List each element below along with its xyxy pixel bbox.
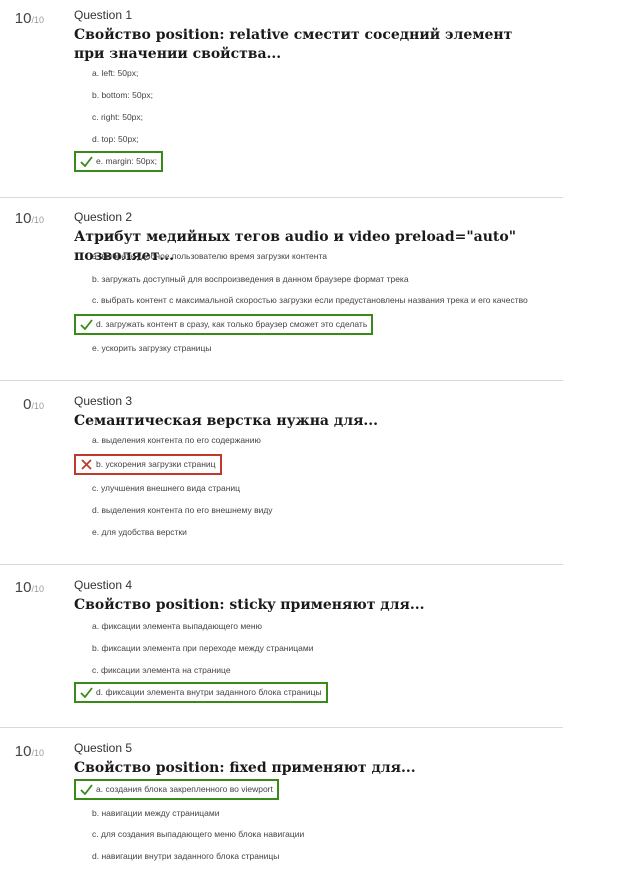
answer-option-correct: e. margin: 50px; [74,151,163,172]
question-number: Question 5 [74,741,133,755]
checkmark-icon [80,784,93,795]
answer-option: a. фиксации элемента выпадающего меню [92,621,262,631]
answer-text: b. ускорения загрузки страниц [96,459,216,469]
score-value: 10 [14,10,32,27]
question-number: Question 3 [74,394,133,408]
answer-text: d. загружать контент в сразу, как только… [96,319,368,329]
answer-option-correct: d. фиксации элемента внутри заданного бл… [74,682,328,703]
answer-option: c. right: 50px; [92,112,144,122]
score-outof: /10 [31,748,44,758]
answer-option: a. выделения контента по его содержанию [92,435,261,445]
answer-option-correct: d. загружать контент в сразу, как только… [74,314,374,335]
cross-icon [80,459,93,470]
checkmark-icon [80,687,93,698]
question-score: 0/10 [0,396,44,413]
score-value: 10 [14,743,32,760]
question-title: Семантическая верстка нужна для... [74,413,379,429]
score-value: 10 [14,210,32,227]
question-title: Свойство position: fixed применяют для..… [74,760,416,776]
answer-option: c. выбрать контент с максимальной скорос… [92,295,528,305]
question-score: 10/10 [0,579,44,596]
question-number: Question 4 [74,578,133,592]
answer-option: d. навигации внутри заданного блока стра… [92,851,280,861]
checkmark-icon [80,156,93,167]
divider [0,727,563,728]
question-score: 10/10 [0,10,44,27]
question-score: 10/10 [0,210,44,227]
score-outof: /10 [31,15,44,25]
answer-option: a. выбрать удобное пользователю время за… [92,251,327,261]
question-title: Свойство position: relative сместит сосе… [74,27,513,62]
answer-option: a. left: 50px; [92,68,139,78]
score-outof: /10 [31,584,44,594]
answer-option: e. ускорить загрузку страницы [92,343,212,353]
answer-option: d. top: 50px; [92,134,139,144]
answer-option: d. выделения контента по его внешнему ви… [92,505,273,515]
answer-option: b. bottom: 50px; [92,90,153,100]
answer-option: b. фиксации элемента при переходе между … [92,643,314,653]
answer-option: b. навигации между страницами [92,808,220,818]
answer-text: a. создания блока закрепленного во viewp… [96,784,273,794]
question-number: Question 1 [74,8,133,22]
divider [0,380,563,381]
divider [0,564,563,565]
answer-option: c. улучшения внешнего вида страниц [92,483,241,493]
checkmark-icon [80,319,93,330]
divider [0,197,563,198]
answer-option-correct: a. создания блока закрепленного во viewp… [74,779,279,800]
question-title: Свойство position: sticky применяют для.… [74,597,425,613]
question-score: 10/10 [0,743,44,760]
score-value: 10 [14,579,32,596]
score-outof: /10 [31,401,44,411]
answer-option-wrong: b. ускорения загрузки страниц [74,454,222,475]
score-outof: /10 [31,215,44,225]
answer-text: d. фиксации элемента внутри заданного бл… [96,687,322,697]
answer-option: b. загружать доступный для воспроизведен… [92,274,409,284]
answer-option: c. для создания выпадающего меню блока н… [92,829,305,839]
answer-text: e. margin: 50px; [96,156,157,166]
answer-option: e. для удобства верстки [92,527,187,537]
answer-option: c. фиксации элемента на странице [92,665,231,675]
question-number: Question 2 [74,210,133,224]
